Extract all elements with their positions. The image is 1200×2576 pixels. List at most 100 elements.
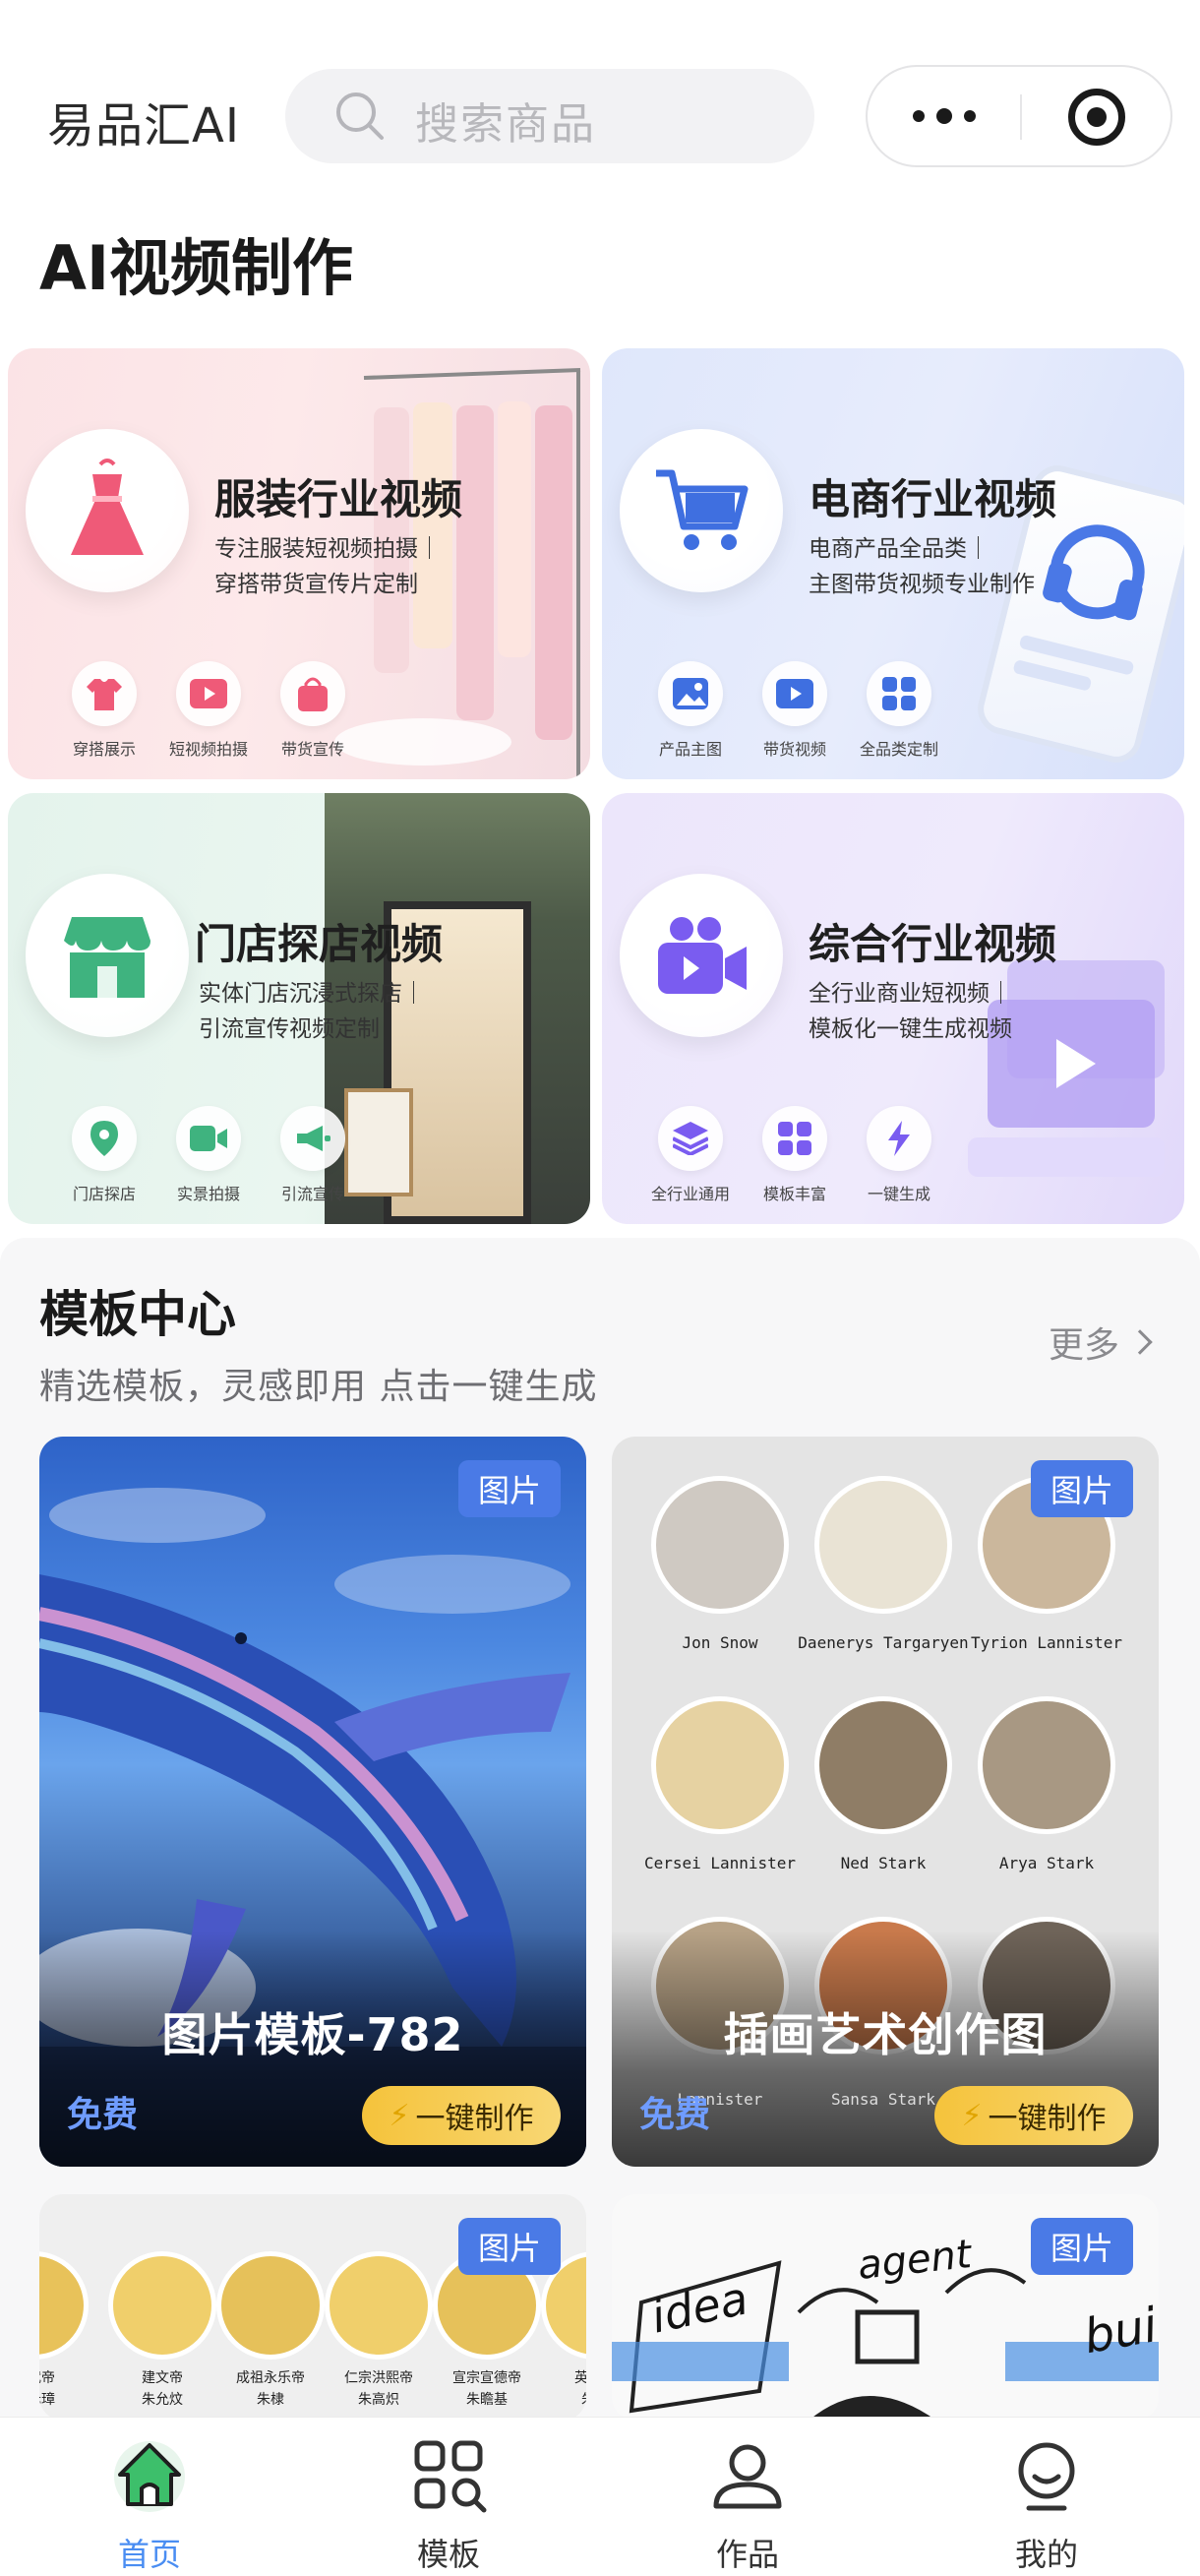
image-icon [658,661,723,726]
type-badge: 图片 [458,1460,561,1517]
bottom-tab-bar: 首页 模板 作品 我的 [0,2417,1200,2576]
make-button[interactable]: ⚡ 一键制作 [362,2086,561,2145]
feature-sales-video[interactable]: 带货视频 [736,661,854,760]
type-badge: 图片 [1031,2218,1133,2275]
shopping-bag-icon [280,661,345,726]
type-badge: 图片 [1031,1460,1133,1517]
feature-traffic-promo[interactable]: 引流宣传 [254,1106,372,1204]
feature-promo[interactable]: 带货宣传 [254,661,372,760]
page-title: AI视频制作 [39,232,354,304]
more-link[interactable]: 更多 [1049,1317,1153,1368]
make-button[interactable]: ⚡ 一键制作 [934,2086,1133,2145]
tab-label: 作品 [715,2536,779,2573]
portrait-label: Ned Stark [840,1854,927,1872]
play-icon [176,661,241,726]
tab-profile[interactable]: 我的 [968,2435,1125,2575]
play-icon [762,661,827,726]
search-placeholder: 搜索商品 [415,99,596,150]
emperor-label: 洪武帝 [39,2370,55,2386]
template-card[interactable]: idea agent buil 图片 [612,2194,1159,2421]
emperor-sublabel: 朱元璋 [39,2392,55,2408]
category-desc: 专注服装短视频拍摄｜ 穿搭带货宣传片定制 [214,536,441,597]
close-target-icon[interactable] [1068,89,1125,146]
template-card[interactable]: 图片 图片模板-782 免费 ⚡ 一键制作 [39,1437,586,2167]
template-grid-icon [414,2440,487,2513]
template-name: 图片模板-782 [161,2008,464,2061]
portrait [651,1476,789,1614]
feature-all-industry[interactable]: 全行业通用 [631,1106,750,1204]
tab-home[interactable]: 首页 [71,2435,228,2575]
feature-all-category[interactable]: 全品类定制 [840,661,958,760]
tab-works[interactable]: 作品 [669,2435,826,2575]
feature-rich-templates[interactable]: 模板丰富 [736,1106,854,1204]
portrait [39,2251,89,2360]
free-label: 免费 [67,2095,139,2135]
more-menu-icon[interactable] [868,67,1020,165]
portrait-label: Cersei Lannister [643,1854,797,1872]
category-card-fashion[interactable]: 服装行业视频 专注服装短视频拍摄｜ 穿搭带货宣传片定制 穿搭展示 短视频拍摄 带… [8,348,590,779]
category-title: 电商行业视频 [809,475,1057,523]
portrait [814,1696,952,1834]
portrait-label: Jon Snow [682,1633,758,1652]
grid-icon [762,1106,827,1171]
works-user-icon [713,2444,782,2509]
template-card[interactable]: 洪武帝 建文帝 成祖永乐帝 仁宗洪熙帝 宣宗宣德帝 英宗正 朱元璋 朱允炆 朱棣… [39,2194,586,2421]
category-desc: 全行业商业短视频｜ 模板化一键生成视频 [809,981,1012,1042]
dress-icon [71,459,144,555]
portrait [978,1696,1115,1834]
category-desc: 实体门店沉浸式探店｜ 引流宣传视频定制 [199,981,425,1042]
category-desc: 电商产品全品类｜ 主图带货视频专业制作 [809,536,1035,597]
feature-store-visit[interactable]: 门店探店 [45,1106,163,1204]
category-card-store[interactable]: 门店探店视频 实体门店沉浸式探店｜ 引流宣传视频定制 门店探店 实景拍摄 引流宣… [8,793,590,1224]
template-name: 插画艺术创作图 [723,2008,1048,2061]
template-center-title: 模板中心 [39,1286,236,1343]
grid-icon [867,661,931,726]
free-label: 免费 [639,2095,711,2135]
portrait-label: Daenerys Targaryen [798,1633,969,1652]
feature-short-video[interactable]: 短视频拍摄 [150,661,268,760]
feature-on-site[interactable]: 实景拍摄 [150,1106,268,1204]
portrait [814,1476,952,1614]
shirt-icon [72,661,137,726]
portrait [651,1696,789,1834]
category-card-general[interactable]: 综合行业视频 全行业商业短视频｜ 模板化一键生成视频 全行业通用 模板丰富 一键… [602,793,1184,1224]
video-icon-circle [620,874,783,1037]
magic-wand-icon: ⚡ [961,2098,983,2133]
home-icon [114,2441,185,2512]
dress-icon-circle [26,429,189,592]
category-title: 服装行业视频 [214,475,463,523]
portrait-label: Arya Stark [998,1854,1095,1872]
tab-templates[interactable]: 模板 [370,2435,527,2575]
portrait-label: Tyrion Lannister [970,1633,1123,1652]
search-icon [336,92,384,140]
category-card-ecommerce[interactable]: 电商行业视频 电商产品全品类｜ 主图带货视频专业制作 产品主图 带货视频 全品类… [602,348,1184,779]
feature-outfit[interactable]: 穿搭展示 [45,661,163,760]
megaphone-icon [280,1106,345,1171]
category-title: 门店探店视频 [195,920,444,968]
portrait [325,2251,433,2360]
app-name: 易品汇AI [47,98,240,153]
layers-icon [658,1106,723,1171]
chevron-right-icon [1127,1329,1153,1355]
store-icon [64,917,150,998]
portrait [108,2251,216,2360]
tab-label: 我的 [1014,2536,1078,2573]
template-card[interactable]: Jon Snow Daenerys Targaryen Tyrion Lanni… [612,1437,1159,2167]
tab-label: 模板 [416,2536,480,2573]
template-center-subtitle: 精选模板，灵感即用 点击一键生成 [39,1367,598,1407]
feature-product-image[interactable]: 产品主图 [631,661,750,760]
film-camera-icon [658,917,747,994]
feature-one-click[interactable]: 一键生成 [840,1106,958,1204]
location-pin-icon [72,1106,137,1171]
magic-wand-icon: ⚡ [389,2098,410,2133]
store-icon-circle [26,874,189,1037]
cart-icon-circle [620,429,783,592]
mini-program-capsule [866,65,1172,167]
search-bar[interactable]: 搜索商品 [285,69,814,163]
capsule-divider [1020,94,1022,140]
lightning-icon [867,1106,931,1171]
category-title: 综合行业视频 [809,920,1057,968]
emperor-sublabel: 朱祁 [531,2389,586,2409]
emperor-label: 英宗正 [574,2370,586,2386]
tab-label: 首页 [117,2536,181,2573]
